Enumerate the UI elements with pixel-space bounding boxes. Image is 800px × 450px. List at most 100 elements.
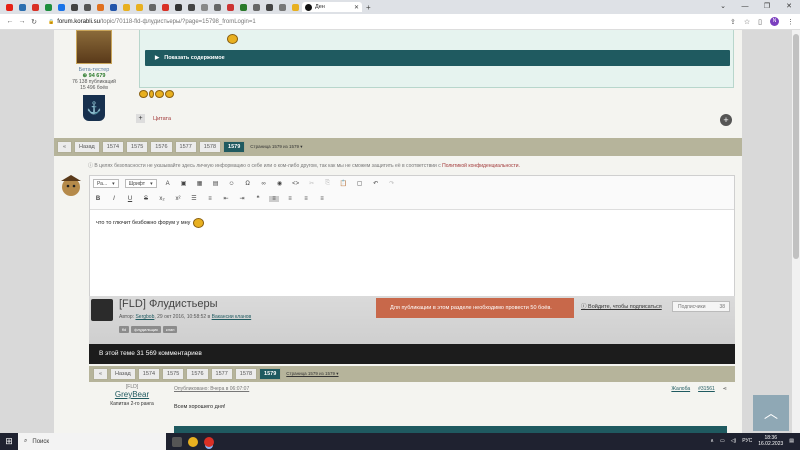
tab-active[interactable]: Ден ✕ xyxy=(302,2,362,12)
tab-app15[interactable] xyxy=(237,2,250,12)
copy-icon[interactable]: ⎘ xyxy=(323,180,333,187)
special-char-icon[interactable]: Ω xyxy=(243,181,253,187)
tab-app3[interactable] xyxy=(81,2,94,12)
reload-icon[interactable]: ↻ xyxy=(28,18,40,26)
page-link[interactable]: 1576 xyxy=(186,368,209,380)
tab-app9[interactable] xyxy=(159,2,172,12)
menu-icon[interactable]: ⋮ xyxy=(787,18,794,26)
topic-author-link[interactable]: Sergbob xyxy=(135,314,154,320)
tray-chevron-icon[interactable]: ∧ xyxy=(710,438,714,444)
page-link[interactable]: 1575 xyxy=(162,368,185,380)
maximize-button[interactable]: ❐ xyxy=(756,0,778,14)
tab-app7[interactable] xyxy=(133,2,146,12)
tab-app17[interactable] xyxy=(263,2,276,12)
first-page-button[interactable]: « xyxy=(57,141,72,153)
tab-app4[interactable] xyxy=(94,2,107,12)
undo-icon[interactable]: ↶ xyxy=(371,180,381,187)
tag[interactable]: клан xyxy=(162,326,178,333)
page-link[interactable]: 1575 xyxy=(126,141,149,153)
strikethrough-icon[interactable]: S xyxy=(141,196,151,202)
username-link[interactable]: GreyBear xyxy=(89,390,175,399)
share-icon[interactable]: ⋖ xyxy=(723,386,727,392)
text-color-icon[interactable]: A xyxy=(163,181,173,187)
multiquote-plus-icon[interactable]: + xyxy=(136,114,145,123)
subscribers-button[interactable]: Подписчики 38 xyxy=(672,301,730,312)
url-field[interactable]: 🔒 forum.korabli.su/topic/70118-fld-флуди… xyxy=(48,19,256,25)
link-icon[interactable]: ∞ xyxy=(259,181,269,187)
subscript-icon[interactable]: x₂ xyxy=(157,196,167,202)
section-link[interactable]: Вакансии кланов xyxy=(212,314,252,320)
outdent-icon[interactable]: ⇤ xyxy=(221,195,231,202)
clock[interactable]: 18:36 16.02.2023 xyxy=(758,435,783,447)
tab-search-icon[interactable]: ⌄ xyxy=(712,0,734,14)
windows-start-icon[interactable]: ⊞ xyxy=(0,436,18,447)
tab-sheets[interactable] xyxy=(42,2,55,12)
language-indicator[interactable]: РУС xyxy=(742,438,752,444)
share-icon[interactable]: ⇪ xyxy=(730,18,736,26)
page-scrollbar[interactable] xyxy=(792,30,800,433)
align-left-icon[interactable]: ≡ xyxy=(269,195,279,202)
current-page[interactable]: 1579 xyxy=(259,368,282,380)
tab-app1[interactable] xyxy=(55,2,68,12)
add-reaction-icon[interactable]: + xyxy=(720,114,732,126)
back-icon[interactable]: ← xyxy=(4,18,16,25)
spoiler-icon[interactable]: ◉ xyxy=(275,180,285,187)
page-of-dropdown[interactable]: Страница 1579 из 1579 ▾ xyxy=(286,371,338,377)
bookmark-star-icon[interactable]: ☆ xyxy=(744,18,750,26)
page-link[interactable]: 1576 xyxy=(150,141,173,153)
tab-app8[interactable] xyxy=(146,2,159,12)
align-justify-icon[interactable]: ≡ xyxy=(317,196,327,202)
forward-icon[interactable]: → xyxy=(16,18,28,25)
task-view-icon[interactable] xyxy=(172,436,182,447)
post-date[interactable]: Опубликовано: Вчера в 06:07:07 xyxy=(174,386,249,392)
prev-page-button[interactable]: Назад xyxy=(110,368,136,380)
tab-app11[interactable] xyxy=(185,2,198,12)
page-link[interactable]: 1577 xyxy=(210,368,233,380)
privacy-policy-link[interactable]: Политикой конфиденциальности. xyxy=(442,163,520,169)
font-family-select[interactable]: Шрифт ▾ xyxy=(124,179,157,188)
sidebar-icon[interactable]: ▯ xyxy=(758,18,762,26)
tab-app10[interactable] xyxy=(172,2,185,12)
tag[interactable]: флудильщик xyxy=(131,326,161,333)
page-link[interactable]: 1574 xyxy=(137,368,161,380)
taskbar-search[interactable]: ⌕ Поиск xyxy=(18,433,166,450)
tab-app6[interactable] xyxy=(120,2,133,12)
emoji-icon[interactable]: ☺ xyxy=(227,181,237,187)
profile-avatar[interactable]: N xyxy=(770,17,779,26)
indent-icon[interactable]: ⇥ xyxy=(237,195,247,202)
network-icon[interactable]: ▭ xyxy=(720,438,725,444)
tab-app13[interactable] xyxy=(211,2,224,12)
prev-page-button[interactable]: Назад xyxy=(74,141,100,153)
italic-icon[interactable]: I xyxy=(109,196,119,202)
report-link[interactable]: Жалоба xyxy=(671,386,690,392)
align-right-icon[interactable]: ≡ xyxy=(301,196,311,202)
editor-body[interactable]: что то глючит безбожно форум у мну xyxy=(90,210,734,236)
cut-icon[interactable]: ✂ xyxy=(307,180,317,187)
numbered-list-icon[interactable]: ≡ xyxy=(205,196,215,202)
minimize-button[interactable]: — xyxy=(734,0,756,14)
page-link[interactable]: 1574 xyxy=(101,141,125,153)
page-link[interactable]: 1577 xyxy=(174,141,197,153)
tab-app2[interactable] xyxy=(68,2,81,12)
volume-icon[interactable]: ◁) xyxy=(731,438,737,444)
page-link[interactable]: 1578 xyxy=(234,368,258,380)
font-size-select[interactable]: Ра... ▾ xyxy=(93,179,119,188)
scrollbar-thumb[interactable] xyxy=(793,34,799,259)
grid-icon[interactable]: ▤ xyxy=(211,180,221,187)
align-center-icon[interactable]: ≡ xyxy=(285,196,295,202)
code-icon[interactable]: <> xyxy=(291,181,301,187)
tab-app18[interactable] xyxy=(276,2,289,12)
tab-app5[interactable] xyxy=(107,2,120,12)
chrome-icon[interactable] xyxy=(188,436,198,447)
tab-app16[interactable] xyxy=(250,2,263,12)
underline-icon[interactable]: U xyxy=(125,196,135,202)
chrome-active-icon[interactable] xyxy=(204,436,214,447)
redo-icon[interactable]: ↷ xyxy=(387,180,397,187)
table-icon[interactable]: ▦ xyxy=(195,180,205,187)
current-page[interactable]: 1579 xyxy=(223,141,246,153)
superscript-icon[interactable]: x² xyxy=(173,196,183,202)
tab-app19[interactable] xyxy=(289,2,302,12)
bold-icon[interactable]: B xyxy=(93,196,103,202)
user-avatar[interactable] xyxy=(76,30,112,64)
page-of-dropdown[interactable]: Страница 1579 из 1579 ▾ xyxy=(250,144,302,150)
